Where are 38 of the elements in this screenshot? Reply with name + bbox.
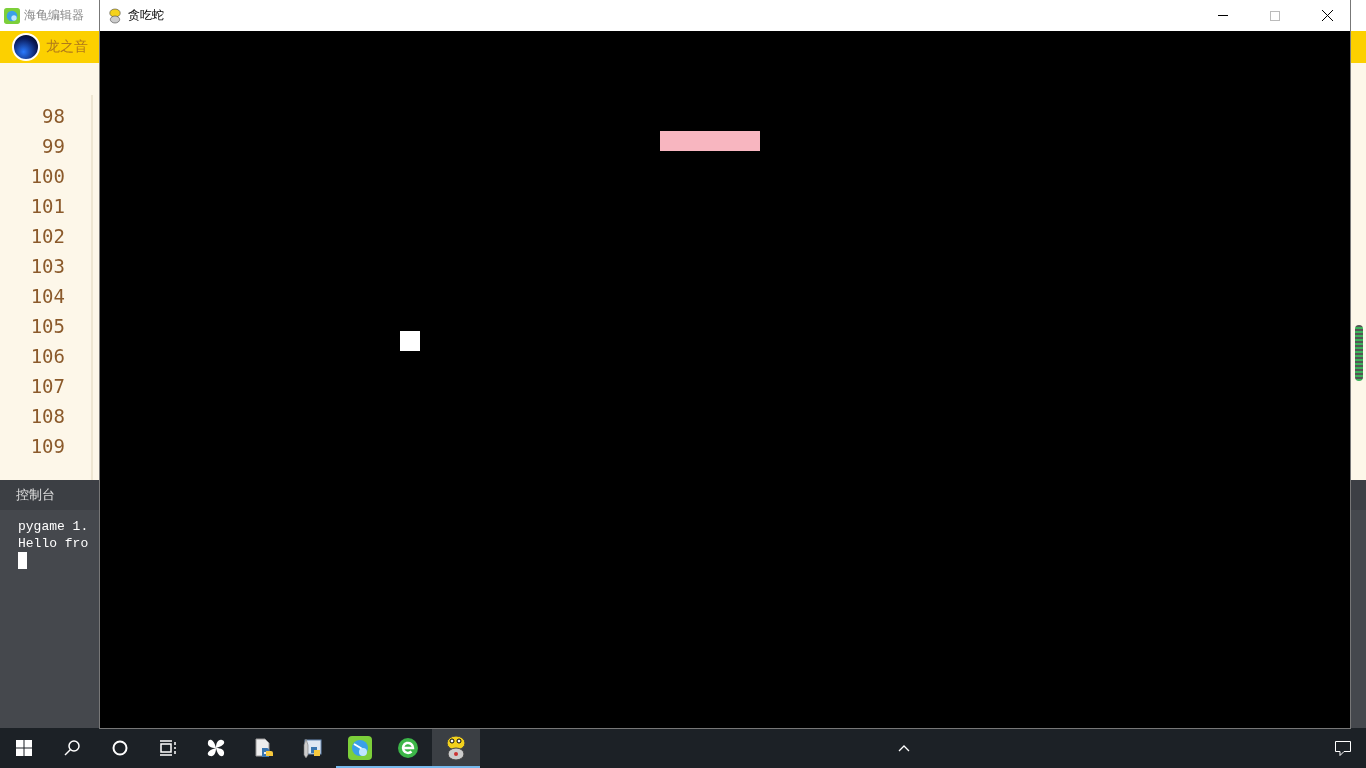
window-title: 海龟编辑器 [24,7,84,24]
windows-icon [16,740,32,756]
search-icon [64,740,80,756]
rocket-python-icon [301,737,323,759]
avatar[interactable] [12,33,40,61]
console-line: Hello fro [18,535,90,552]
line-number: 99 [42,134,65,159]
line-number: 109 [30,434,65,459]
line-number: 106 [30,344,65,369]
line-number: 107 [30,374,65,399]
scrollbar-thumb[interactable] [1355,325,1363,381]
user-name[interactable]: 龙之音 [46,38,88,56]
minimize-icon [1218,15,1228,16]
window-title: 贪吃蛇 [128,7,165,24]
console-title: 控制台 [16,486,55,504]
turtle-editor-icon [348,736,372,760]
console-line: pygame 1. [18,518,90,535]
turtle-editor-icon [4,7,20,24]
pinwheel-icon [205,737,227,759]
text-cursor [18,552,27,569]
taskbar-button[interactable] [432,728,480,768]
line-number: 104 [30,284,65,309]
caret-icon [898,744,910,752]
browser-icon [397,737,419,759]
line-number: 102 [30,224,65,249]
circle-icon [112,740,128,756]
line-number: 100 [30,164,65,189]
python-file-icon [254,738,274,758]
line-number: 105 [30,314,65,339]
line-number: 98 [42,104,65,129]
task-view-icon [159,740,177,756]
food [400,331,420,351]
line-number: 101 [30,194,65,219]
maximize-icon [1270,10,1280,21]
line-number: 103 [30,254,65,279]
close-icon [1321,10,1333,21]
speech-bubble-icon [1335,740,1351,756]
line-number: 108 [30,404,65,429]
